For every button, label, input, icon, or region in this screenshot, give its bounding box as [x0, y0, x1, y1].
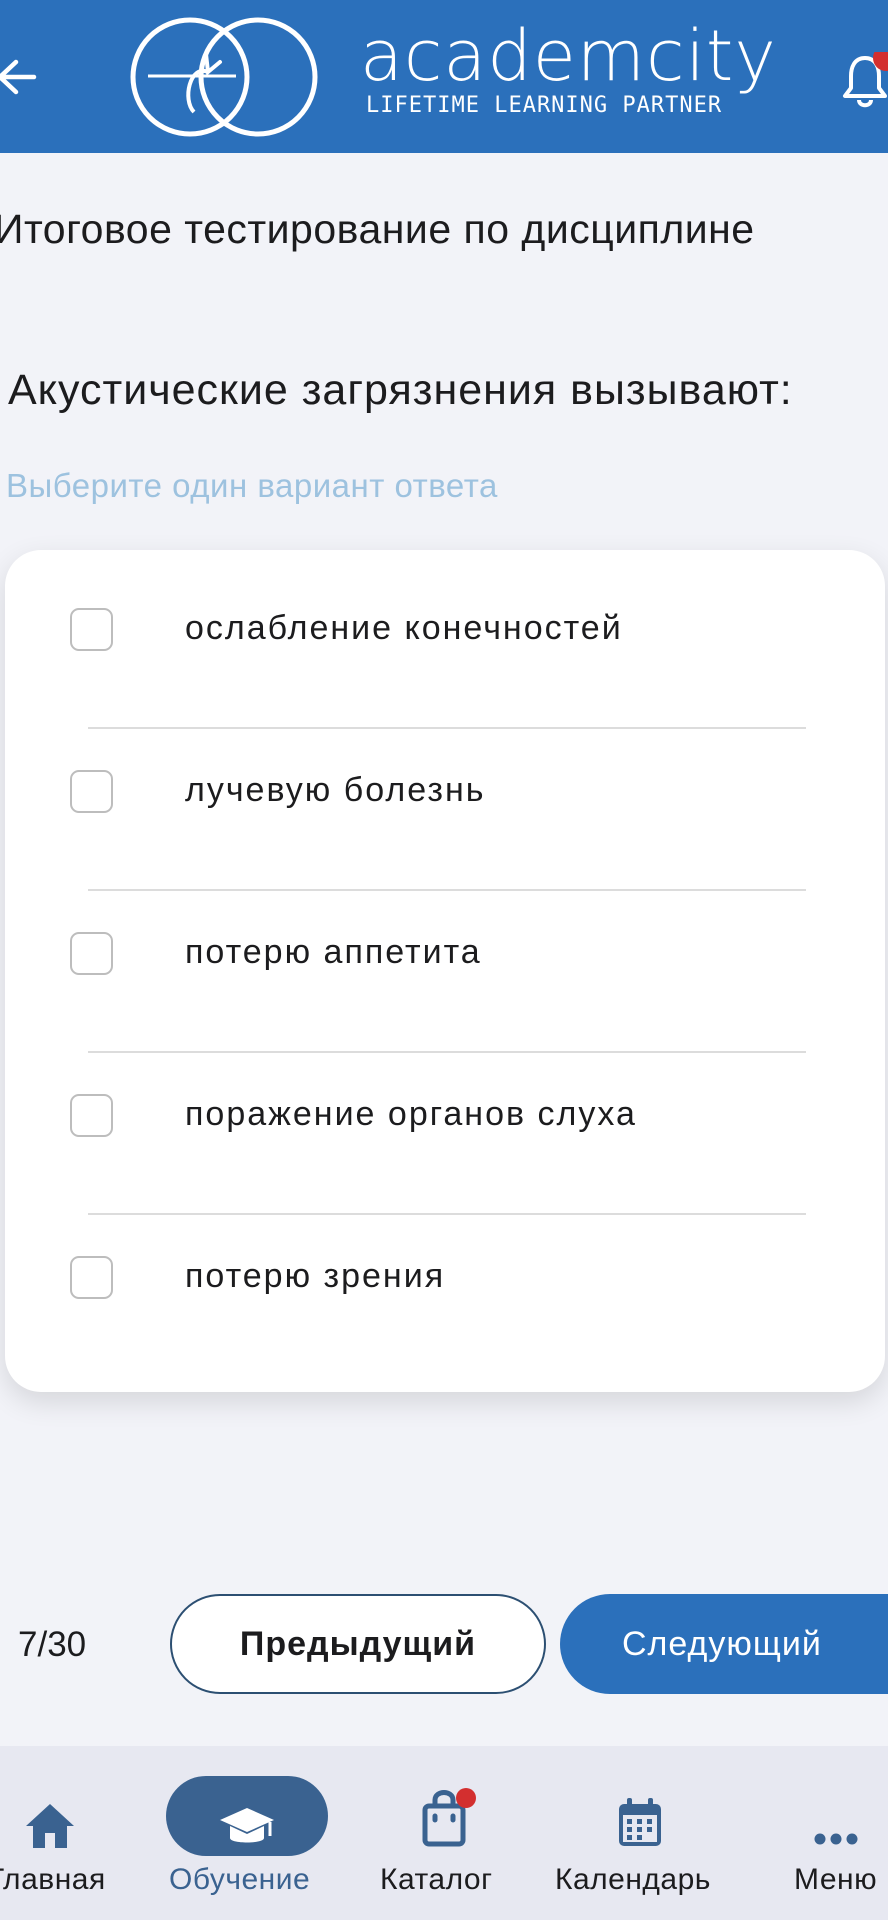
- notifications-button[interactable]: [842, 45, 888, 112]
- calendar-icon: [619, 1798, 661, 1846]
- arrow-left-icon: [0, 59, 37, 95]
- answer-option[interactable]: поражение органов слуха: [5, 1036, 885, 1198]
- academcity-logo[interactable]: academcity LIFETIME LEARNING PARTNER: [128, 14, 776, 140]
- graduation-cap-icon: [220, 1808, 274, 1843]
- answer-option[interactable]: потерю аппетита: [5, 874, 885, 1036]
- answer-option[interactable]: лучевую болезнь: [5, 712, 885, 874]
- shopping-bag-icon: [422, 1788, 476, 1847]
- answer-hint: Выберите один вариант ответа: [6, 467, 498, 504]
- answer-option[interactable]: потерю зрения: [5, 1198, 885, 1360]
- logo-text: academcity: [360, 15, 777, 97]
- nav-label-catalog: Каталог: [380, 1863, 493, 1896]
- answer-option-label: ослабление конечностей: [185, 609, 623, 647]
- answer-checkbox[interactable]: [70, 770, 113, 813]
- nav-item-learning[interactable]: Обучение: [150, 1746, 344, 1920]
- page-title: Итоговое тестирование по дисциплине: [0, 206, 755, 252]
- nav-item-calendar[interactable]: Календарь: [550, 1746, 730, 1920]
- question-text: Акустические загрязнения вызывают:: [8, 366, 793, 414]
- bell-icon: [843, 45, 888, 108]
- nav-label-home: Главная: [0, 1863, 106, 1896]
- answer-checkbox[interactable]: [70, 608, 113, 651]
- question-counter: 7/30: [18, 1625, 87, 1664]
- answer-option-label: поражение органов слуха: [185, 1095, 637, 1133]
- previous-button[interactable]: Предыдущий: [170, 1594, 546, 1694]
- nav-item-catalog[interactable]: Каталог: [370, 1746, 520, 1920]
- screen: academcity LIFETIME LEARNING PARTNER Ито…: [0, 0, 888, 1920]
- nav-label-menu: Меню: [794, 1863, 878, 1896]
- home-icon: [26, 1804, 74, 1848]
- nav-label-learning: Обучение: [169, 1863, 311, 1896]
- catalog-badge: [456, 1788, 476, 1808]
- next-button[interactable]: Следующий: [560, 1594, 888, 1694]
- answer-checkbox[interactable]: [70, 1256, 113, 1299]
- nav-item-home[interactable]: Главная: [0, 1746, 120, 1920]
- notification-badge: [873, 45, 888, 71]
- answer-option[interactable]: ослабление конечностей: [5, 550, 885, 712]
- answer-option-label: лучевую болезнь: [185, 771, 486, 809]
- app-header: academcity LIFETIME LEARNING PARTNER: [0, 0, 888, 153]
- answer-checkbox[interactable]: [70, 1094, 113, 1137]
- answer-options-card: ослабление конечностей лучевую болезнь п…: [5, 550, 885, 1392]
- logo-rings-icon: [130, 17, 318, 137]
- logo-tagline: LIFETIME LEARNING PARTNER: [366, 93, 723, 118]
- bottom-navigation: Главная Обучение Каталог: [0, 1746, 888, 1920]
- back-button[interactable]: [0, 52, 38, 102]
- answer-checkbox[interactable]: [70, 932, 113, 975]
- nav-item-menu[interactable]: Меню: [780, 1746, 888, 1920]
- nav-label-calendar: Календарь: [555, 1863, 711, 1896]
- answer-option-label: потерю аппетита: [185, 933, 482, 971]
- answer-option-label: потерю зрения: [185, 1257, 446, 1295]
